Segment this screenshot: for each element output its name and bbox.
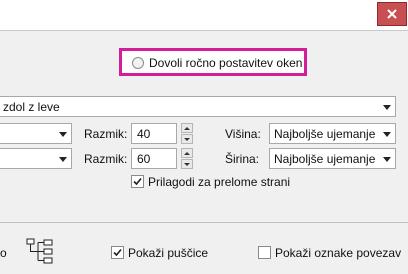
fit-page-breaks-checkbox[interactable]	[131, 175, 144, 188]
spin-up-icon[interactable]	[181, 123, 193, 133]
chevron-down-icon	[383, 132, 391, 137]
row2-spacing-label: Razmik:	[84, 152, 128, 166]
row1-spacing-stepper[interactable]	[181, 123, 193, 144]
row1-spacing-input[interactable]: 40	[131, 123, 177, 144]
height-dropdown-value: Najboljše ujemanje	[274, 127, 376, 141]
width-label: Širina:	[225, 152, 260, 166]
show-arrows-checkbox[interactable]	[111, 246, 124, 259]
manual-windows-radio-label: Dovoli ročno postavitev oken	[149, 56, 303, 70]
height-label: Višina:	[225, 127, 261, 141]
chevron-down-icon	[383, 105, 391, 110]
checkmark-icon	[113, 248, 122, 257]
dialog-titlebar	[0, 0, 408, 30]
chevron-down-icon	[59, 132, 67, 137]
row2-spacing-value: 60	[137, 152, 151, 166]
row2-left-dropdown[interactable]	[0, 148, 72, 169]
width-dropdown-value: Najboljše ujemanje	[274, 152, 376, 166]
row1-spacing-label: Razmik:	[84, 127, 128, 141]
close-button[interactable]	[377, 2, 407, 26]
show-link-labels-checkbox[interactable]	[258, 246, 271, 259]
layout-dropdown-value: zdol z leve	[3, 100, 60, 114]
close-x-icon	[387, 9, 397, 19]
show-link-labels-label: Pokaži oznake povezav	[275, 246, 402, 260]
manual-windows-option-highlight: Dovoli ročno postavitev oken	[119, 48, 307, 76]
chevron-down-icon	[59, 157, 67, 162]
spin-down-icon[interactable]	[181, 134, 193, 144]
truncated-label-text: o	[0, 246, 7, 260]
checkmark-icon	[133, 177, 142, 186]
manual-windows-radio[interactable]	[132, 57, 144, 69]
row2-spacing-input[interactable]: 60	[131, 148, 177, 169]
show-arrows-label: Pokaži puščice	[128, 246, 209, 260]
spin-down-icon[interactable]	[181, 159, 193, 169]
chevron-down-icon	[383, 157, 391, 162]
row2-spacing-stepper[interactable]	[181, 148, 193, 169]
tree-hierarchy-icon	[26, 238, 53, 264]
height-dropdown[interactable]: Najboljše ujemanje	[269, 123, 396, 144]
spin-up-icon[interactable]	[181, 148, 193, 158]
row1-spacing-value: 40	[137, 127, 151, 141]
row1-left-dropdown[interactable]	[0, 123, 72, 144]
layout-dropdown[interactable]: zdol z leve	[0, 96, 396, 117]
width-dropdown[interactable]: Najboljše ujemanje	[269, 148, 396, 169]
fit-page-breaks-label: Prilagodi za prelome strani	[148, 175, 291, 189]
